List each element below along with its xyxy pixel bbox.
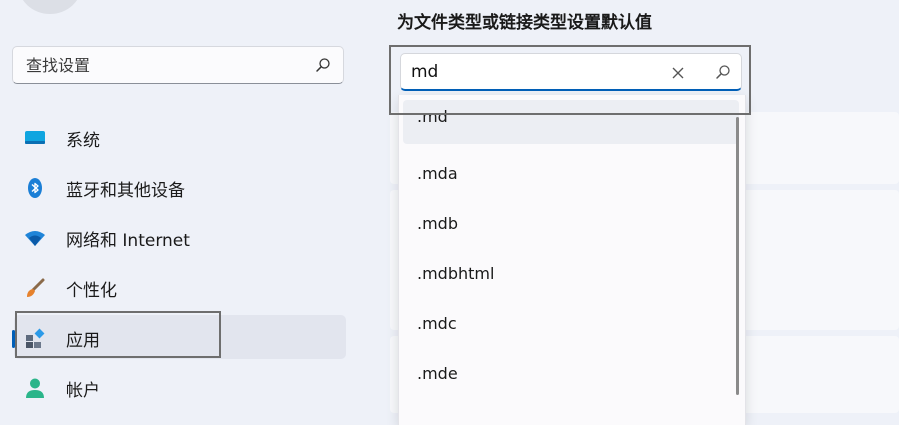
sidebar-item-label: 系统 xyxy=(66,131,100,151)
sidebar-item-label: 个性化 xyxy=(66,281,117,301)
suggestion-item[interactable]: .mde xyxy=(403,351,739,395)
suggestion-label: .mda xyxy=(417,164,458,183)
avatar[interactable] xyxy=(18,0,82,14)
main-content: 为文件类型或链接类型设置默认值 .md .mda .mdb .mdbhtml .… xyxy=(370,0,899,425)
sidebar-item-personalization[interactable]: 个性化 xyxy=(14,265,346,309)
suggestion-label: .mdbhtml xyxy=(417,264,495,283)
sidebar-item-label: 帐户 xyxy=(66,381,100,401)
sidebar: 系统 蓝牙和其他设备 网络和 Internet 个性化 应用 帐户 xyxy=(0,0,370,413)
brush-icon xyxy=(24,277,46,299)
suggestion-dropdown: .md .mda .mdb .mdbhtml .mdc .mde xyxy=(398,95,746,425)
wifi-icon xyxy=(24,227,46,249)
search-icon[interactable] xyxy=(315,57,331,73)
sidebar-item-bluetooth[interactable]: 蓝牙和其他设备 xyxy=(14,165,346,209)
suggestion-label: .mdb xyxy=(417,214,458,233)
sidebar-item-network[interactable]: 网络和 Internet xyxy=(14,215,346,259)
suggestion-item[interactable]: .mdc xyxy=(403,301,739,345)
focus-rectangle xyxy=(389,45,751,115)
sidebar-item-label: 蓝牙和其他设备 xyxy=(66,181,185,201)
person-icon xyxy=(24,377,46,399)
settings-search-input[interactable] xyxy=(13,47,316,83)
suggestion-item[interactable]: .mda xyxy=(403,151,739,195)
suggestion-label: .mdc xyxy=(417,314,457,333)
bluetooth-icon xyxy=(24,177,46,199)
suggestion-label: .mde xyxy=(417,364,458,383)
sidebar-item-system[interactable]: 系统 xyxy=(14,115,346,159)
sidebar-item-accounts[interactable]: 帐户 xyxy=(14,365,346,409)
sidebar-item-label: 网络和 Internet xyxy=(66,231,190,251)
settings-search-box[interactable] xyxy=(12,46,344,84)
focus-rectangle xyxy=(15,311,221,358)
page-title: 为文件类型或链接类型设置默认值 xyxy=(397,13,652,33)
monitor-icon xyxy=(24,127,46,149)
suggestion-item[interactable]: .mdb xyxy=(403,201,739,245)
dropdown-scrollbar[interactable] xyxy=(736,117,739,395)
suggestion-item[interactable]: .mdbhtml xyxy=(403,251,739,295)
